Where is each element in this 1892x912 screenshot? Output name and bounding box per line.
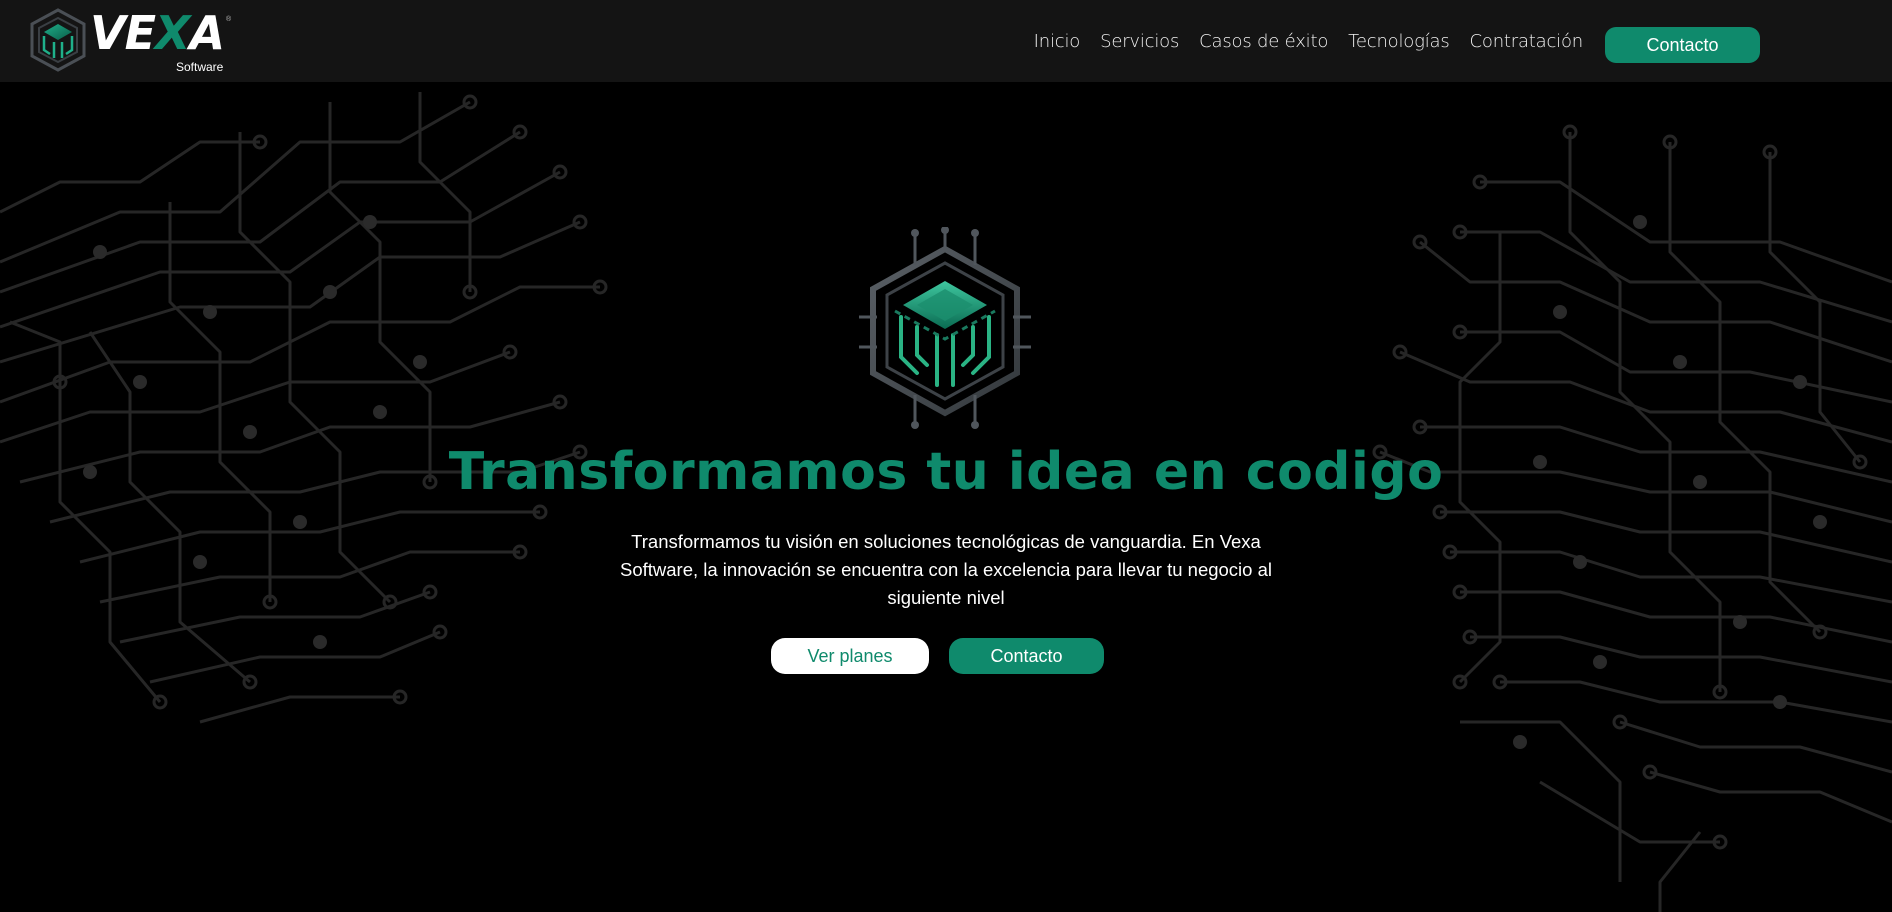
vexa-logo-icon — [30, 8, 86, 72]
brand-wordmark: VEXA — [90, 6, 225, 60]
vexa-cube-circuit-icon — [859, 227, 1031, 429]
brand-logo-link[interactable]: VEXA ® Software — [26, 6, 241, 74]
nav-item-servicios[interactable]: Servicios — [1100, 31, 1179, 52]
brand-subtitle: Software — [176, 60, 224, 74]
hero-title: Transformamos tu idea en codigo — [448, 442, 1444, 502]
hero-contact-button[interactable]: Contacto — [949, 638, 1104, 674]
hero-section: Transformamos tu idea en codigo Transfor… — [0, 82, 1892, 912]
nav-item-casos-de-exito[interactable]: Casos de éxito — [1199, 31, 1328, 52]
hero-description: Transformamos tu visión en soluciones te… — [619, 531, 1272, 608]
nav-item-tecnologias[interactable]: Tecnologías — [1348, 31, 1450, 52]
main-nav: Inicio Servicios Casos de éxito Tecnolog… — [1034, 0, 1892, 82]
registered-mark: ® — [226, 16, 232, 23]
nav-item-inicio[interactable]: Inicio — [1034, 31, 1081, 52]
nav-item-contratacion[interactable]: Contratación — [1470, 31, 1584, 52]
view-plans-button[interactable]: Ver planes — [771, 638, 929, 674]
nav-contact-button[interactable]: Contacto — [1605, 27, 1760, 63]
top-navbar: VEXA ® Software Inicio Servicios Casos d… — [0, 0, 1892, 82]
page: VEXA ® Software Inicio Servicios Casos d… — [0, 0, 1892, 912]
hero-actions: Ver planes Contacto — [0, 638, 1892, 674]
